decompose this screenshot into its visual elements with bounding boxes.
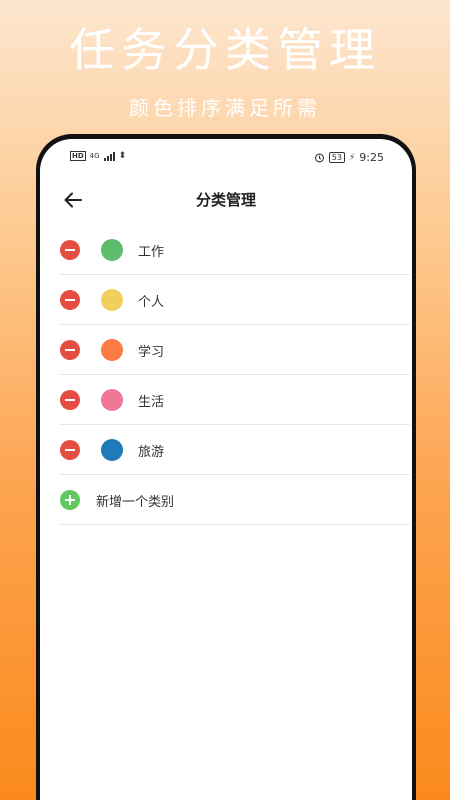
status-bar: HD 4G ⬍ 53 ⚡ 9:25 [40,139,412,175]
battery-icon: 53 [328,152,345,163]
promo-subtitle: 颜色排序满足所需 [129,96,321,120]
category-row[interactable]: 工作 [60,225,410,275]
usb-icon: ⬍ [118,151,127,161]
category-color-dot[interactable] [101,239,123,261]
category-label: 旅游 [138,445,165,460]
category-label: 工作 [138,245,165,260]
category-color-dot[interactable] [101,389,123,411]
delete-category-button[interactable] [60,340,80,360]
app-header: 分类管理 [40,175,412,225]
charging-icon: ⚡ [348,152,356,163]
alarm-icon [314,153,324,163]
plus-icon-vertical [69,495,71,505]
category-color-dot[interactable] [101,289,123,311]
minus-icon [65,449,75,451]
category-color-dot[interactable] [101,439,123,461]
delete-category-button[interactable] [60,440,80,460]
phone-frame: HD 4G ⬍ 53 ⚡ 9:25 分类管理 工作 个人 学习 生活 旅游 新增… [36,134,416,800]
category-row[interactable]: 个人 [60,275,410,325]
status-right: 53 ⚡ 9:25 [314,151,384,164]
minus-icon [65,399,75,401]
app-screen: HD 4G ⬍ 53 ⚡ 9:25 分类管理 工作 个人 学习 生活 旅游 新增… [40,139,412,800]
delete-category-button[interactable] [60,240,80,260]
add-category-row[interactable]: 新增一个类别 [60,475,410,525]
status-left: HD 4G ⬍ [70,151,126,161]
category-row[interactable]: 生活 [60,375,410,425]
category-color-dot[interactable] [101,339,123,361]
minus-icon [65,349,75,351]
network-label: 4G [89,152,100,160]
category-list: 工作 个人 学习 生活 旅游 新增一个类别 [60,225,410,525]
minus-icon [65,299,75,301]
category-row[interactable]: 学习 [60,325,410,375]
delete-category-button[interactable] [60,290,80,310]
page-title: 分类管理 [195,191,256,209]
clock: 9:25 [359,151,384,164]
add-category-label: 新增一个类别 [96,495,175,510]
category-label: 生活 [138,395,165,410]
category-label: 个人 [138,295,165,310]
add-category-button[interactable] [60,490,80,510]
delete-category-button[interactable] [60,390,80,410]
signal-icon [103,151,115,161]
hd-badge: HD [70,151,86,161]
category-label: 学习 [138,345,165,360]
minus-icon [65,249,75,251]
category-row[interactable]: 旅游 [60,425,410,475]
promo-title: 任务分类管理 [69,23,381,77]
